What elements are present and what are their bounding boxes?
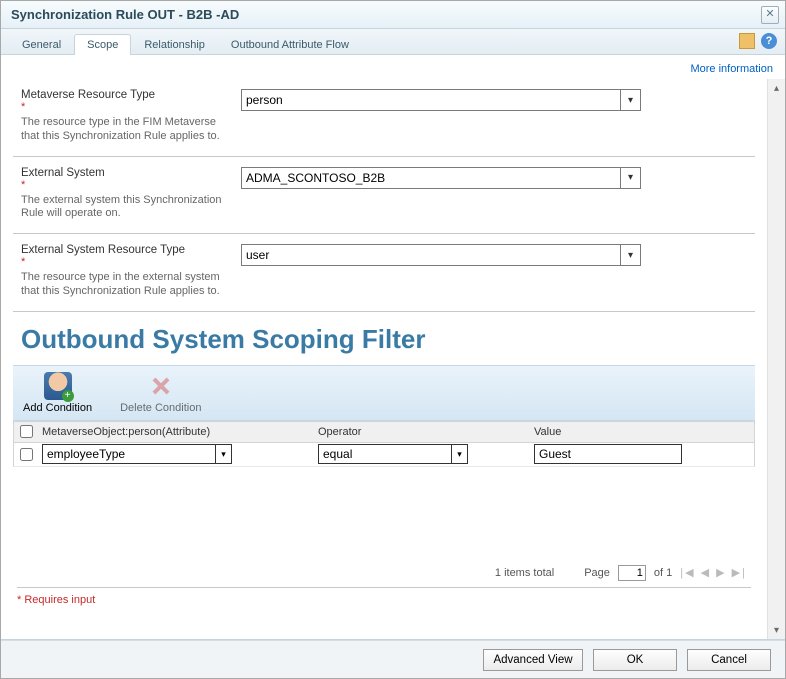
tab-relationship[interactable]: Relationship	[131, 34, 218, 55]
tab-scope[interactable]: Scope	[74, 34, 131, 55]
tab-general[interactable]: General	[9, 34, 74, 55]
pager-of-text: of 1	[654, 567, 672, 579]
attribute-select[interactable]: employeeType ▾	[42, 444, 232, 464]
vertical-scrollbar[interactable]: ▴ ▾	[767, 79, 785, 639]
tabrow-actions: ?	[739, 33, 777, 49]
grid-header: MetaverseObject:person(Attribute) Operat…	[13, 421, 755, 443]
dialog: Synchronization Rule OUT - B2B -AD ✕ Gen…	[0, 0, 786, 679]
field-metaverse-resource-type: Metaverse Resource Type * The resource t…	[13, 79, 755, 157]
label-mv-type: Metaverse Resource Type	[21, 89, 241, 101]
select-mv-type-value: person	[246, 93, 283, 107]
chevron-down-icon: ▾	[620, 90, 640, 110]
cancel-button[interactable]: Cancel	[687, 649, 771, 671]
desc-mv-type: The resource type in the FIM Metaverse t…	[21, 116, 231, 144]
col-header-value: Value	[530, 426, 754, 438]
label-ext-system: External System	[21, 167, 241, 179]
required-marker: *	[21, 180, 241, 190]
close-button[interactable]: ✕	[761, 6, 779, 24]
select-mv-type[interactable]: person ▾	[241, 89, 641, 111]
chevron-down-icon: ▾	[451, 445, 467, 463]
delete-icon	[147, 372, 175, 400]
table-row: employeeType ▾ equal ▾	[13, 443, 755, 467]
desc-ext-type: The resource type in the external system…	[21, 271, 231, 299]
scroll-down-icon[interactable]: ▾	[768, 621, 785, 639]
tab-outbound-attribute-flow[interactable]: Outbound Attribute Flow	[218, 34, 362, 55]
scoping-filter-title: Outbound System Scoping Filter	[13, 312, 755, 365]
value-input[interactable]	[534, 444, 682, 464]
grid-empty-space	[13, 467, 755, 559]
pager: 1 items total Page of 1 |◀ ◀ ▶ ▶|	[13, 559, 755, 583]
field-external-system: External System * The external system th…	[13, 157, 755, 235]
attribute-select-value: employeeType	[47, 447, 125, 461]
add-condition-label: Add Condition	[23, 402, 92, 414]
required-marker: *	[21, 102, 241, 112]
add-condition-button[interactable]: Add Condition	[23, 372, 92, 414]
advanced-view-button[interactable]: Advanced View	[483, 649, 583, 671]
page-number-input[interactable]	[618, 565, 646, 581]
select-ext-type[interactable]: user ▾	[241, 244, 641, 266]
content-inner: Metaverse Resource Type * The resource t…	[1, 79, 767, 639]
row-checkbox[interactable]	[20, 448, 33, 461]
delete-condition-label: Delete Condition	[120, 402, 201, 414]
ok-button[interactable]: OK	[593, 649, 677, 671]
scroll-up-icon[interactable]: ▴	[768, 79, 785, 97]
tab-bar: General Scope Relationship Outbound Attr…	[1, 29, 785, 55]
pager-page-label: Page	[584, 567, 610, 579]
titlebar: Synchronization Rule OUT - B2B -AD ✕	[1, 1, 785, 29]
desc-ext-system: The external system this Synchronization…	[21, 194, 231, 222]
info-row: More information	[1, 55, 785, 79]
add-user-icon	[44, 372, 72, 400]
dialog-footer: Advanced View OK Cancel	[1, 640, 785, 678]
col-header-attribute: MetaverseObject:person(Attribute)	[38, 426, 314, 438]
chevron-down-icon: ▾	[620, 245, 640, 265]
chevron-down-icon: ▾	[215, 445, 231, 463]
select-all-checkbox[interactable]	[20, 425, 33, 438]
select-ext-system[interactable]: ADMA_SCONTOSO_B2B ▾	[241, 167, 641, 189]
help-icon[interactable]: ?	[761, 33, 777, 49]
select-ext-type-value: user	[246, 248, 269, 262]
field-external-resource-type: External System Resource Type * The reso…	[13, 234, 755, 312]
requires-input-note: * Requires input	[13, 588, 755, 612]
delete-condition-button[interactable]: Delete Condition	[120, 372, 201, 414]
pager-nav-icons[interactable]: |◀ ◀ ▶ ▶|	[680, 566, 747, 579]
pager-total: 1 items total	[495, 567, 554, 579]
chevron-down-icon: ▾	[620, 168, 640, 188]
col-header-operator: Operator	[314, 426, 530, 438]
select-ext-system-value: ADMA_SCONTOSO_B2B	[246, 171, 385, 185]
content-area: Metaverse Resource Type * The resource t…	[1, 79, 785, 640]
operator-select-value: equal	[323, 447, 352, 461]
label-ext-type: External System Resource Type	[21, 244, 241, 256]
filter-toolbar: Add Condition Delete Condition	[13, 365, 755, 421]
window-title: Synchronization Rule OUT - B2B -AD	[11, 7, 239, 22]
more-information-link[interactable]: More information	[690, 63, 773, 75]
operator-select[interactable]: equal ▾	[318, 444, 468, 464]
required-marker: *	[21, 257, 241, 267]
new-item-icon[interactable]	[739, 33, 755, 49]
